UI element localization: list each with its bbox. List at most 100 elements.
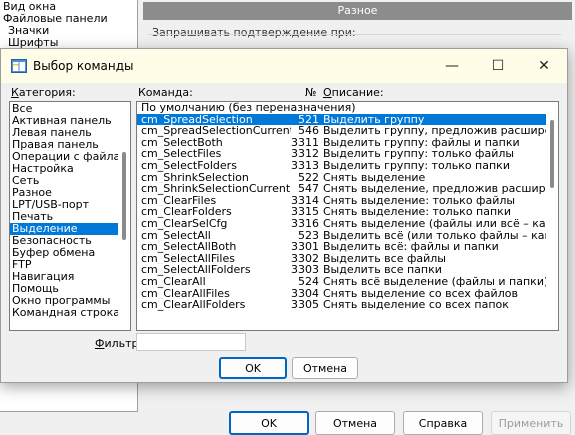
command-name: cm_ShrinkSelectionCurrentExt (141, 183, 291, 195)
command-description: Выделить все файлы (323, 252, 446, 265)
command-description: Снять выделение: только файлы (323, 194, 516, 207)
command-description: Выделить группу, предложив расширение фа… (323, 125, 558, 137)
command-row-default[interactable]: По умолчанию (без переназначения) (137, 102, 547, 114)
dialog-title: Выбор команды (33, 59, 134, 73)
confirm-label: Запрашивать подтверждение при: (152, 26, 356, 39)
category-item[interactable]: Окно программы (10, 295, 119, 307)
command-row[interactable]: cm_ClearAllFolders 3305 Снять выделение со… (137, 299, 547, 311)
command-list[interactable]: По умолчанию (без переназначения) cm_Spre… (136, 101, 559, 331)
command-row[interactable]: cm_ShrinkSelectionCurrentExt 547 Снять выд… (137, 182, 558, 196)
category-scrollbar[interactable] (118, 102, 130, 330)
command-name: cm_SelectAllFiles (141, 252, 235, 265)
command-description: Снять выделение: только папки (323, 206, 511, 218)
tree-item[interactable]: Вид окна (0, 1, 137, 13)
command-row[interactable]: cm_ClearAllFiles 3304 Снять выделение со в… (137, 287, 547, 300)
command-description: Выделить всё (или только файлы – как нас… (323, 229, 558, 242)
command-description: Снять выделение со всех папок (323, 299, 509, 311)
close-icon[interactable]: ✕ (521, 49, 567, 83)
choose-command-dialog: Выбор команды — ☐ ✕ Категория: Команда: … (0, 48, 568, 383)
category-item[interactable]: Сеть (10, 175, 119, 187)
command-name: cm_SpreadSelectionCurrentExt (141, 125, 291, 137)
command-scrollbar[interactable] (546, 102, 558, 330)
command-description: Снять выделение (файлы или всё – как нас… (323, 217, 558, 230)
command-row[interactable]: cm_SpreadSelection 521 Выделить группу (137, 113, 547, 126)
command-description: Выделить группу: только папки (323, 159, 510, 172)
command-row[interactable]: cm_SpreadSelectionCurrentExt546Выделить … (137, 125, 558, 137)
command-row[interactable]: cm_SelectAllBoth 3301 Выделить всё: файлы … (137, 241, 547, 253)
command-label: Команда: (138, 86, 193, 99)
command-row[interactable]: cm_SelectFiles 3312 Выделить группу: тольк… (137, 148, 547, 160)
command-row[interactable]: cm_ClearAll 524 Снять всё выделение (файлы… (137, 274, 548, 288)
settings-ok-button[interactable]: OK (229, 411, 309, 435)
command-row[interactable]: cm_SelectAllFolders 3303 Выделить все папк… (137, 264, 547, 276)
category-item[interactable]: Выделение (10, 223, 119, 235)
category-item[interactable]: LPT/USB-порт (10, 199, 119, 211)
category-item[interactable]: Безопасность (10, 235, 119, 247)
category-item[interactable]: Все (10, 103, 119, 115)
command-row[interactable]: cm_SelectBoth 3311 Выделить группу: файлы … (137, 137, 547, 149)
dialog-ok-button[interactable]: OK (219, 357, 287, 379)
command-name: cm_ClearAll (141, 275, 206, 288)
command-description: Выделить всё: файлы и папки (323, 241, 499, 253)
command-description: Снять выделение (323, 171, 426, 184)
settings-help-button[interactable]: Справка (403, 411, 483, 435)
group-divider (148, 34, 561, 35)
category-item[interactable]: Активная панель (10, 115, 119, 127)
tree-item[interactable]: Файловые панели (0, 13, 137, 25)
category-item[interactable]: Операции с файлами (10, 151, 119, 163)
command-description: Снять выделение со всех файлов (323, 287, 518, 300)
dialog-cancel-button[interactable]: Отмена (292, 357, 358, 379)
category-item[interactable]: Разное (10, 187, 119, 199)
command-description: Выделить группу: файлы и папки (323, 136, 520, 149)
settings-apply-button: Применить (491, 411, 571, 435)
category-item[interactable]: Командная строка (10, 307, 119, 319)
app-icon (11, 59, 27, 73)
tree-item[interactable]: Значки (0, 25, 137, 37)
command-row[interactable]: cm_ShrinkSelection 522 Снять выделение (137, 171, 547, 184)
settings-cancel-button[interactable]: Отмена (315, 411, 395, 435)
command-name: По умолчанию (без переназначения) (141, 102, 356, 114)
command-row[interactable]: cm_ClearSelCfg 3316 Снять выделение (файлы… (137, 216, 558, 230)
command-number: 547 (298, 182, 319, 196)
command-row[interactable]: cm_ClearFolders 3315 Снять выделение: толь… (137, 206, 547, 218)
command-number: 3316 (291, 216, 319, 230)
category-item[interactable]: Навигация (10, 271, 119, 283)
category-item[interactable]: FTP (10, 259, 119, 271)
command-row[interactable]: cm_SelectAllFiles 3302 Выделить все файлы (137, 253, 547, 265)
command-description: Снять выделение, предложив расширение фа… (323, 183, 558, 195)
filter-input[interactable] (136, 333, 246, 351)
category-item[interactable]: Помощь (10, 283, 119, 295)
maximize-icon[interactable]: ☐ (475, 49, 521, 83)
category-item[interactable]: Правая панель (10, 139, 119, 151)
category-scroll-thumb[interactable] (122, 152, 126, 240)
command-row[interactable]: cm_SelectFolders 3313 Выделить группу: тол… (137, 160, 547, 172)
minimize-icon[interactable]: — (429, 49, 475, 83)
command-description: Снять всё выделение (файлы и папки) (323, 275, 549, 288)
dialog-titlebar[interactable]: Выбор команды — ☐ ✕ (1, 49, 567, 83)
command-name: cm_SelectAllFolders (141, 264, 251, 276)
category-item[interactable]: Левая панель (10, 127, 119, 139)
command-name: cm_ClearAllFolders (141, 299, 246, 311)
command-number: 524 (298, 274, 319, 288)
command-number: 3301 (291, 240, 319, 254)
command-name: cm_SelectFolders (141, 159, 237, 172)
category-item[interactable]: Буфер обмена (10, 247, 119, 259)
command-name: cm_ClearSelCfg (141, 217, 228, 230)
command-description: Выделить группу: только файлы (323, 148, 515, 160)
command-number: 3305 (291, 298, 319, 312)
category-item[interactable]: Печать (10, 211, 119, 223)
section-header: Разное (143, 2, 572, 20)
category-label: Категория: (11, 86, 76, 99)
command-name: cm_SelectAllBoth (141, 241, 237, 253)
command-row[interactable]: cm_ClearFiles 3314 Снять выделение: только… (137, 195, 547, 207)
number-label: № (305, 86, 317, 99)
command-number: 3313 (291, 158, 319, 172)
command-name: cm_SpreadSelection (141, 113, 253, 126)
command-name: cm_ShrinkSelection (141, 171, 249, 184)
command-name: cm_ClearFolders (141, 206, 232, 218)
command-scroll-thumb[interactable] (550, 120, 554, 188)
category-item[interactable]: Настройка (10, 163, 119, 175)
command-description: Выделить группу (323, 113, 425, 126)
command-row[interactable]: cm_SelectAll 523 Выделить всё (или только … (137, 229, 558, 242)
category-list[interactable]: Все Активная панель Левая панель Правая пан… (9, 101, 131, 331)
